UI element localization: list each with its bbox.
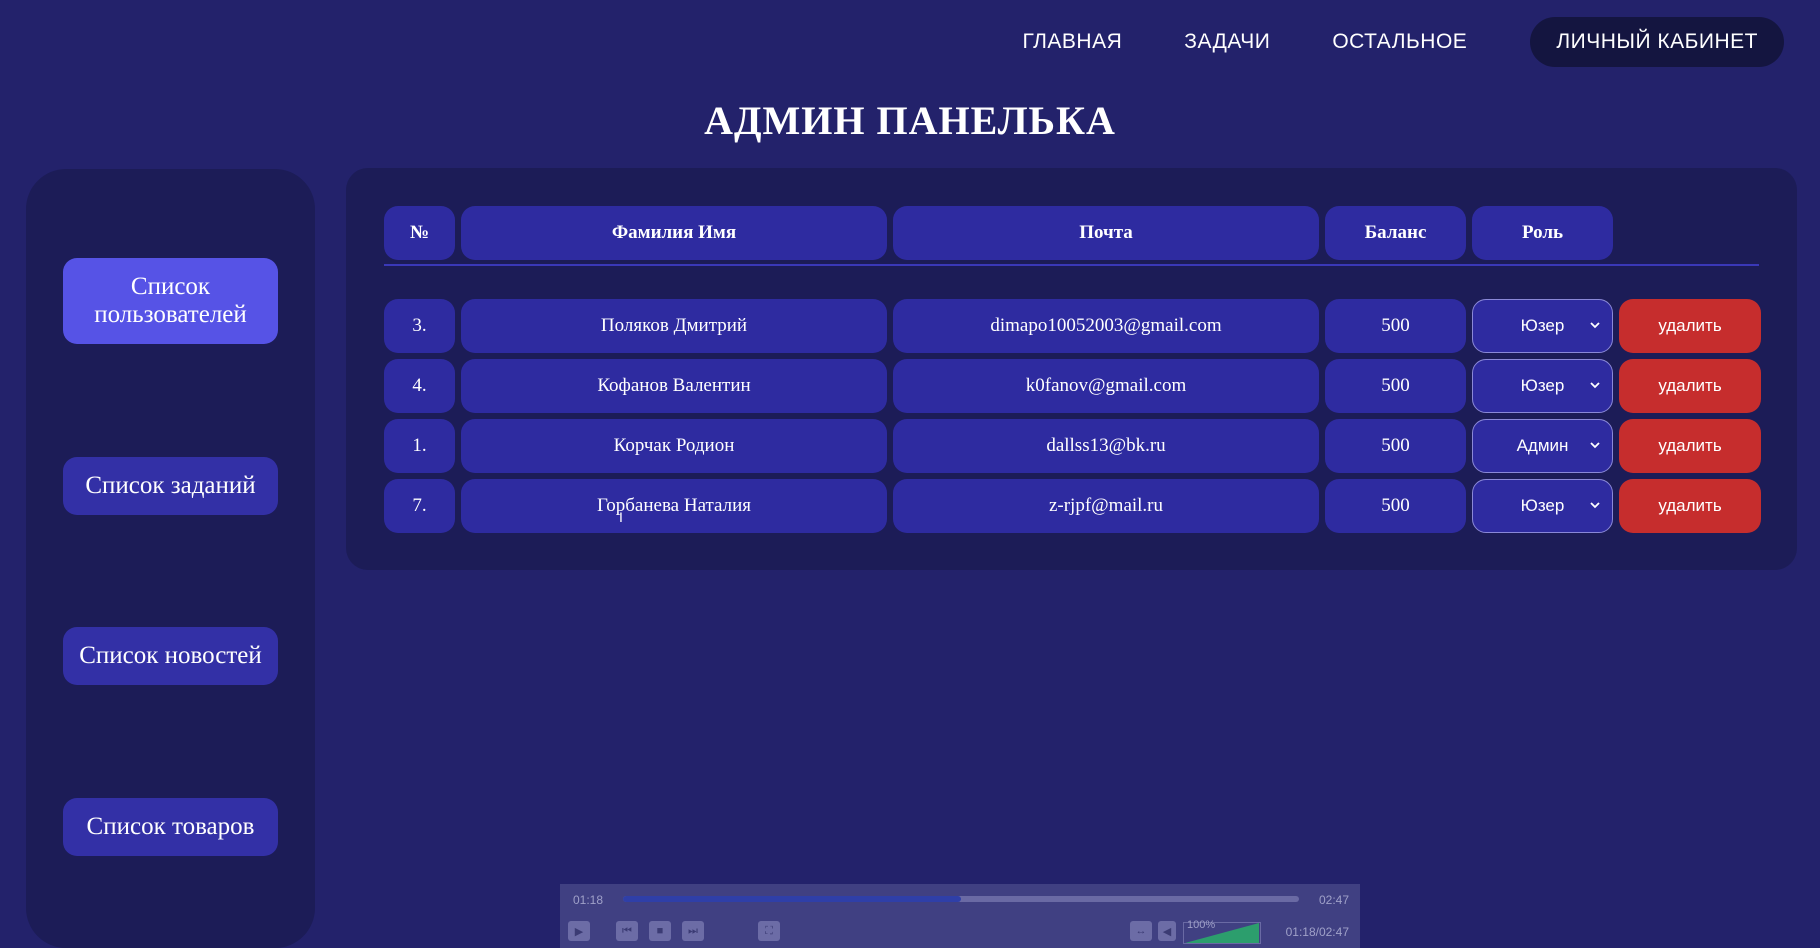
role-select[interactable]: Админ bbox=[1472, 419, 1613, 473]
row-num: 3. bbox=[384, 299, 455, 353]
volume-icon[interactable]: ◀ bbox=[1158, 921, 1176, 941]
row-num: 7. bbox=[384, 479, 455, 533]
table-row: 1. Корчак Родион dallss13@bk.ru 500 Адми… bbox=[384, 419, 1761, 473]
row-name: Корчак Родион bbox=[461, 419, 887, 473]
role-select-value: Юзер bbox=[1520, 496, 1565, 515]
header-balance: Баланс bbox=[1325, 206, 1466, 260]
users-table-panel: № Фамилия Имя Почта Баланс Роль 3. Поляк… bbox=[346, 168, 1797, 570]
row-name: Поляков Дмитрий bbox=[461, 299, 887, 353]
role-select[interactable]: Юзер bbox=[1472, 299, 1613, 353]
sidebar-item-news[interactable]: Список новостей bbox=[63, 627, 278, 685]
row-name: Кофанов Валентин bbox=[461, 359, 887, 413]
row-mail: dimapo10052003@gmail.com bbox=[893, 299, 1319, 353]
next-icon[interactable]: ⏭ bbox=[682, 921, 704, 941]
previous-icon[interactable]: ⏮ bbox=[616, 921, 638, 941]
header-divider bbox=[384, 264, 1759, 266]
nav-other[interactable]: ОСТАЛЬНОЕ bbox=[1301, 18, 1498, 66]
page-title: АДМИН ПАНЕЛЬКА bbox=[704, 98, 1116, 143]
fullscreen-icon[interactable]: ⛶ bbox=[758, 921, 780, 941]
sidebar-item-users[interactable]: Список пользователей bbox=[63, 258, 278, 344]
player-total-time: 02:47 bbox=[1318, 893, 1349, 907]
top-nav: ГЛАВНАЯ ЗАДАЧИ ОСТАЛЬНОЕ ЛИЧНЫЙ КАБИНЕТ bbox=[991, 17, 1784, 67]
row-mail: k0fanov@gmail.com bbox=[893, 359, 1319, 413]
play-icon[interactable]: ▶ bbox=[568, 921, 590, 941]
row-balance: 500 bbox=[1325, 419, 1466, 473]
header-num: № bbox=[384, 206, 455, 260]
role-select-value: Админ bbox=[1516, 436, 1569, 455]
header-name: Фамилия Имя bbox=[461, 206, 887, 260]
chevron-down-icon bbox=[1590, 382, 1600, 389]
player-time-combined: 01:18/02:47 bbox=[1285, 925, 1349, 939]
row-mail: z-rjpf@mail.ru bbox=[893, 479, 1319, 533]
row-mail: dallss13@bk.ru bbox=[893, 419, 1319, 473]
player-progress-fill bbox=[623, 896, 961, 902]
table-row: 4. Кофанов Валентин k0fanov@gmail.com 50… bbox=[384, 359, 1761, 413]
table-row: 3. Поляков Дмитрий dimapo10052003@gmail.… bbox=[384, 299, 1761, 353]
chevron-down-icon bbox=[1590, 502, 1600, 509]
table-row: 7. Горбанева Наталия z-rjpf@mail.ru 500 … bbox=[384, 479, 1761, 533]
role-select-value: Юзер bbox=[1520, 376, 1565, 395]
text-cursor-icon: I bbox=[619, 509, 623, 525]
stop-icon[interactable]: ■ bbox=[649, 921, 671, 941]
nav-home[interactable]: ГЛАВНАЯ bbox=[991, 18, 1153, 66]
media-player-bar: 01:18 02:47 ▶ ⏮ ■ ⏭ ⛶ ↔ ◀ 100% 01:18/02:… bbox=[560, 884, 1360, 948]
chevron-down-icon bbox=[1590, 442, 1600, 449]
sidebar: Список пользователей Список заданий Спис… bbox=[26, 169, 315, 948]
chevron-down-icon bbox=[1590, 322, 1600, 329]
delete-button[interactable]: удалить bbox=[1619, 359, 1761, 413]
role-select[interactable]: Юзер bbox=[1472, 479, 1613, 533]
sidebar-item-tasks[interactable]: Список заданий bbox=[63, 457, 278, 515]
player-current-time: 01:18 bbox=[573, 893, 604, 907]
row-balance: 500 bbox=[1325, 299, 1466, 353]
sidebar-item-products[interactable]: Список товаров bbox=[63, 798, 278, 856]
volume-label: 100% bbox=[1187, 919, 1216, 931]
row-balance: 500 bbox=[1325, 359, 1466, 413]
header-mail: Почта bbox=[893, 206, 1319, 260]
delete-button[interactable]: удалить bbox=[1619, 479, 1761, 533]
nav-tasks[interactable]: ЗАДАЧИ bbox=[1153, 18, 1301, 66]
row-num: 4. bbox=[384, 359, 455, 413]
role-select[interactable]: Юзер bbox=[1472, 359, 1613, 413]
player-progress-track[interactable] bbox=[623, 896, 1299, 902]
delete-button[interactable]: удалить bbox=[1619, 299, 1761, 353]
header-role: Роль bbox=[1472, 206, 1613, 260]
row-num: 1. bbox=[384, 419, 455, 473]
role-select-value: Юзер bbox=[1520, 316, 1565, 335]
nav-personal-cabinet-button[interactable]: ЛИЧНЫЙ КАБИНЕТ bbox=[1530, 17, 1784, 67]
expand-icon[interactable]: ↔ bbox=[1130, 921, 1152, 941]
delete-button[interactable]: удалить bbox=[1619, 419, 1761, 473]
row-name: Горбанева Наталия bbox=[461, 479, 887, 533]
table-header-row: № Фамилия Имя Почта Баланс Роль bbox=[384, 206, 1613, 260]
row-balance: 500 bbox=[1325, 479, 1466, 533]
